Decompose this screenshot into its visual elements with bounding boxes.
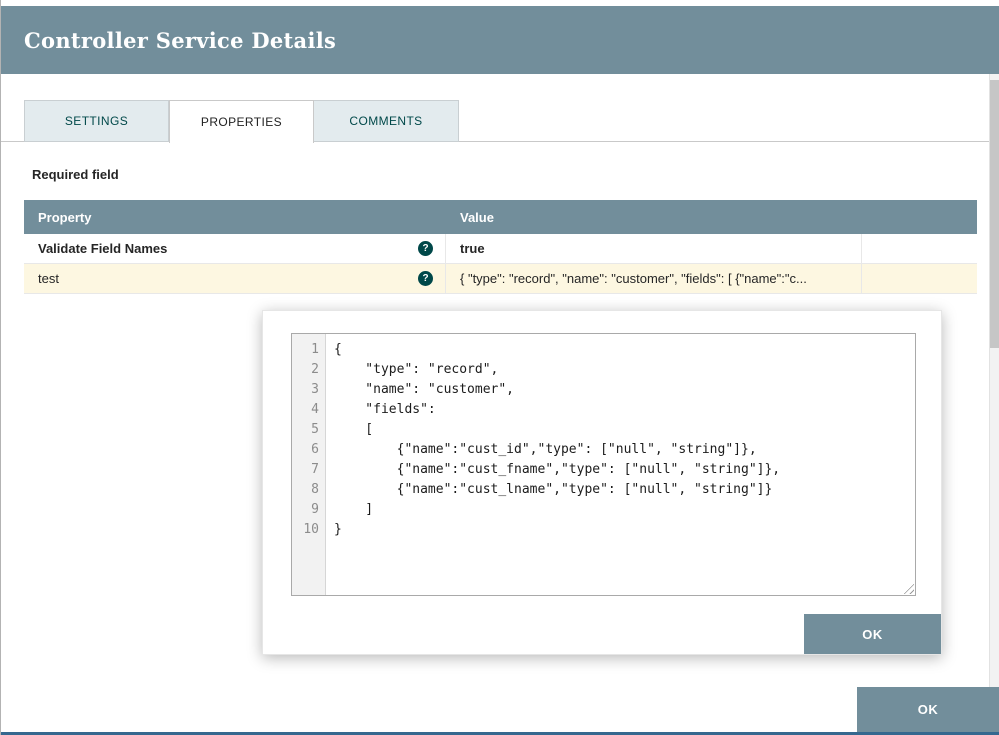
code-line: "fields":	[334, 400, 915, 420]
help-icon[interactable]: ?	[418, 241, 433, 256]
property-name-cell: Validate Field Names?	[24, 234, 446, 263]
line-number: 6	[292, 440, 325, 460]
code-line: {"name":"cust_id","type": ["null", "stri…	[334, 440, 915, 460]
value-editor[interactable]: 12345678910 { "type": "record", "name": …	[291, 333, 916, 596]
column-header-value: Value	[446, 210, 862, 225]
scrollbar-thumb[interactable]	[990, 80, 999, 348]
line-number: 5	[292, 420, 325, 440]
code-line: [	[334, 420, 915, 440]
property-row[interactable]: test?{ "type": "record", "name": "custom…	[24, 264, 977, 294]
code-line: ]	[334, 500, 915, 520]
properties-table-body: Validate Field Names?truetest?{ "type": …	[24, 234, 977, 294]
row-spacer	[862, 234, 977, 263]
line-number: 9	[292, 500, 325, 520]
properties-table: Property Value Validate Field Names?true…	[24, 200, 977, 294]
line-number: 2	[292, 360, 325, 380]
tab-bar: SETTINGSPROPERTIESCOMMENTS	[24, 100, 459, 143]
tab-properties[interactable]: PROPERTIES	[169, 100, 314, 143]
code-line: {"name":"cust_lname","type": ["null", "s…	[334, 480, 915, 500]
property-name: Validate Field Names	[38, 241, 167, 256]
editor-line-numbers: 12345678910	[292, 334, 326, 595]
value-editor-popup: 12345678910 { "type": "record", "name": …	[262, 310, 942, 655]
editor-ok-button[interactable]: OK	[804, 614, 941, 654]
property-name: test	[38, 271, 59, 286]
editor-code[interactable]: { "type": "record", "name": "customer", …	[326, 334, 915, 595]
property-value-cell[interactable]: { "type": "record", "name": "customer", …	[446, 264, 862, 293]
help-icon[interactable]: ?	[418, 271, 433, 286]
line-number: 8	[292, 480, 325, 500]
line-number: 4	[292, 400, 325, 420]
line-number: 10	[292, 520, 325, 540]
code-line: "name": "customer",	[334, 380, 915, 400]
code-line: "type": "record",	[334, 360, 915, 380]
line-number: 1	[292, 340, 325, 360]
vertical-scrollbar[interactable]	[989, 74, 999, 732]
tab-settings[interactable]: SETTINGS	[24, 100, 169, 142]
line-number: 7	[292, 460, 325, 480]
dialog-title: Controller Service Details	[24, 28, 336, 53]
table-header-row: Property Value	[24, 200, 977, 234]
property-value-cell[interactable]: true	[446, 234, 862, 263]
dialog-ok-button[interactable]: OK	[857, 687, 999, 732]
code-line: {	[334, 340, 915, 360]
code-line: }	[334, 520, 915, 540]
window-left-border	[0, 0, 1, 735]
line-number: 3	[292, 380, 325, 400]
row-spacer	[862, 264, 977, 293]
property-name-cell: test?	[24, 264, 446, 293]
dialog-header: Controller Service Details	[0, 6, 999, 74]
column-header-property: Property	[24, 210, 446, 225]
code-line: {"name":"cust_fname","type": ["null", "s…	[334, 460, 915, 480]
property-row[interactable]: Validate Field Names?true	[24, 234, 977, 264]
tab-comments[interactable]: COMMENTS	[314, 100, 459, 142]
required-field-label: Required field	[32, 167, 119, 182]
